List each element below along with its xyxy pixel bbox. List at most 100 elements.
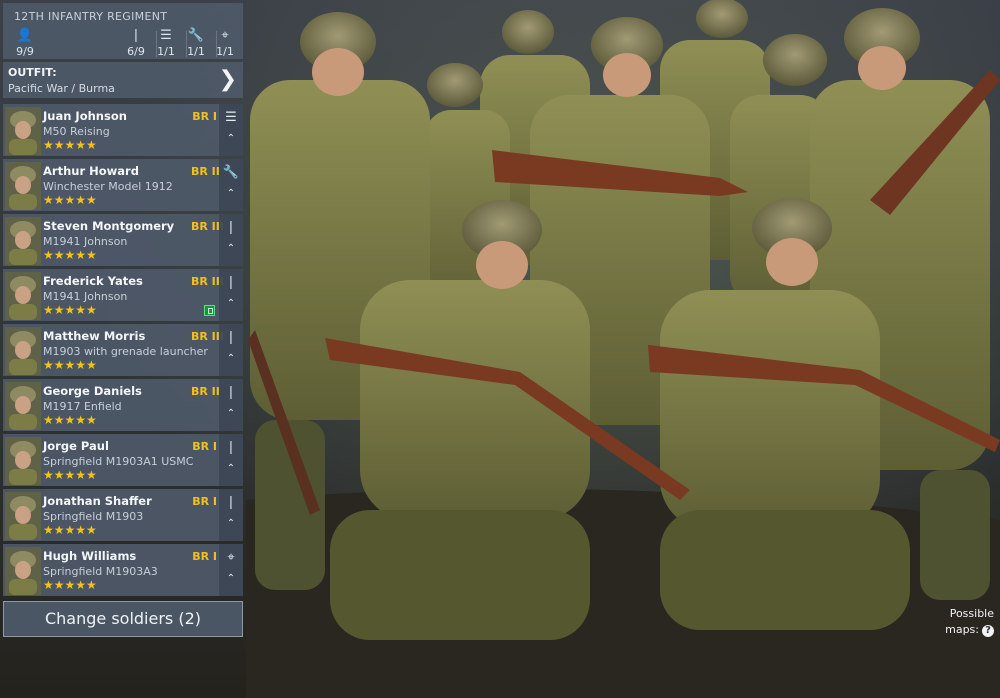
soldier-rank: BR I: [192, 440, 217, 453]
chevron-up-icon[interactable]: ⌃: [221, 517, 241, 531]
soldier-avatar: [5, 327, 41, 375]
chevron-up-icon[interactable]: ⌃: [221, 407, 241, 421]
soldier-portrait: [5, 272, 41, 320]
chevron-up-icon[interactable]: ⌃: [221, 462, 241, 476]
soldier-name: Hugh Williams: [43, 549, 137, 563]
soldier-portrait: [5, 437, 41, 485]
soldier-side-controls: ❘ ⌃: [219, 489, 243, 541]
soldier-stars: ★★★★★: [43, 138, 97, 152]
soldier-side-controls: ❘ ⌃: [219, 379, 243, 431]
soldier-side-controls: ❘ ⌃: [219, 214, 243, 266]
soldier-side-controls: ❘ ⌃: [219, 324, 243, 376]
bullet-icon: ❘: [225, 440, 237, 455]
soldier-stars: ★★★★★: [43, 578, 97, 592]
soldier-weapon: M1917 Enfield: [43, 400, 122, 413]
person-icon: 👤: [16, 28, 34, 43]
soldier-weapon: Springfield M1903A1 USMC: [43, 455, 194, 468]
chevron-up-icon[interactable]: ⌃: [221, 242, 241, 256]
soldier-portrait: [5, 382, 41, 430]
soldier-rank: BR II: [191, 385, 220, 398]
possible-maps-label-line2: maps:: [945, 623, 979, 636]
soldier-stars: ★★★★★: [43, 523, 97, 537]
outfit-value: Pacific War / Burma: [8, 82, 115, 95]
crosshair-icon: ⌖: [227, 550, 235, 565]
soldier-side-controls: ❘ ⌃: [219, 269, 243, 321]
chevron-up-icon[interactable]: ⌃: [221, 572, 241, 586]
chevron-up-icon[interactable]: ⌃: [221, 187, 241, 201]
soldier-weapon: M1941 Johnson: [43, 290, 128, 303]
soldier-row[interactable]: Matthew Morris M1903 with grenade launche…: [3, 324, 243, 376]
soldier-rank: BR III: [191, 275, 224, 288]
soldier-portrait: [5, 547, 41, 595]
soldier-avatar: [5, 217, 41, 265]
stat-sniper-value: 1/1: [216, 45, 234, 58]
soldier-name: Matthew Morris: [43, 329, 146, 343]
soldier-portrait: [5, 492, 41, 540]
soldier-row[interactable]: Jorge Paul Springfield M1903A1 USMC ★★★★★ B…: [3, 434, 243, 486]
stat-sniper: ⌖ 1/1: [205, 27, 245, 58]
soldier-stars: ★★★★★: [43, 193, 97, 207]
soldier-name: George Daniels: [43, 384, 142, 398]
bullet-icon: ❘: [225, 385, 237, 400]
wrench-icon: 🔧: [222, 165, 240, 180]
soldier-name: Jonathan Shaffer: [43, 494, 152, 508]
soldier-weapon: Springfield M1903: [43, 510, 144, 523]
outfit-selector[interactable]: OUTFIT: Pacific War / Burma ❯: [3, 62, 243, 98]
outfit-label: OUTFIT:: [8, 66, 57, 79]
soldier-avatar: [5, 162, 41, 210]
soldier-portrait: [5, 107, 41, 155]
soldier-row[interactable]: Steven Montgomery M1941 Johnson ★★★★★ BR II…: [3, 214, 243, 266]
soldier-avatar: [5, 107, 41, 155]
soldier-weapon: M1941 Johnson: [43, 235, 128, 248]
chevron-up-icon[interactable]: ⌃: [221, 297, 241, 311]
bullet-icon: ❘: [225, 220, 237, 235]
soldier-row[interactable]: Juan Johnson M50 Reising ★★★★★ BR I ☰ ⌃: [3, 104, 243, 156]
soldier-row[interactable]: Hugh Williams Springfield M1903A3 ★★★★★ BR …: [3, 544, 243, 596]
soldier-portrait: [5, 162, 41, 210]
crosshair-icon: ⌖: [221, 28, 229, 43]
soldier-side-controls: ⌖ ⌃: [219, 544, 243, 596]
soldier-weapon: M50 Reising: [43, 125, 110, 138]
soldier-row[interactable]: George Daniels M1917 Enfield ★★★★★ BR II ❘ ⌃: [3, 379, 243, 431]
soldier-side-controls: ☰ ⌃: [219, 104, 243, 156]
soldier-rank: BR II: [191, 165, 220, 178]
stat-soldiers: 👤 9/9: [5, 27, 45, 58]
soldier-name: Arthur Howard: [43, 164, 139, 178]
bullet-icon: ❘: [225, 330, 237, 345]
soldier-rank: BR III: [191, 330, 224, 343]
soldier-row[interactable]: Frederick Yates M1941 Johnson ★★★★★ BR III ❘…: [3, 269, 243, 321]
soldier-stars: ★★★★★: [43, 303, 97, 317]
stat-soldiers-value: 9/9: [16, 45, 34, 58]
soldier-avatar: [5, 437, 41, 485]
change-soldiers-button[interactable]: Change soldiers (2): [3, 601, 243, 637]
soldier-rank: BR III: [191, 220, 224, 233]
soldier-name: Frederick Yates: [43, 274, 143, 288]
upgrade-badge-icon: [204, 305, 215, 316]
help-icon[interactable]: ?: [982, 625, 994, 637]
soldier-avatar: [5, 382, 41, 430]
soldier-avatar: [5, 492, 41, 540]
chevron-up-icon[interactable]: ⌃: [221, 132, 241, 146]
soldier-name: Juan Johnson: [43, 109, 127, 123]
soldier-weapon: M1903 with grenade launcher: [43, 345, 208, 358]
soldier-stars: ★★★★★: [43, 468, 97, 482]
squad-panel: 12TH INFANTRY REGIMENT 👤 9/9 ❘ 6/9 ☰ 1/1…: [0, 0, 246, 698]
soldier-weapon: Winchester Model 1912: [43, 180, 173, 193]
soldier-side-controls: 🔧 ⌃: [219, 159, 243, 211]
regiment-title: 12TH INFANTRY REGIMENT: [14, 10, 168, 23]
possible-maps-label-line1: Possible: [949, 607, 994, 620]
soldier-rank: BR I: [192, 110, 217, 123]
soldier-name: Jorge Paul: [43, 439, 109, 453]
soldier-stars: ★★★★★: [43, 248, 97, 262]
soldier-side-controls: ❘ ⌃: [219, 434, 243, 486]
possible-maps: Possible maps:?: [914, 606, 994, 638]
chevron-right-icon[interactable]: ❯: [219, 67, 237, 93]
chevron-up-icon[interactable]: ⌃: [221, 352, 241, 366]
list-icon: ☰: [225, 110, 237, 125]
soldier-portrait: [5, 217, 41, 265]
soldier-name: Steven Montgomery: [43, 219, 175, 233]
soldier-rank: BR I: [192, 550, 217, 563]
soldier-row[interactable]: Arthur Howard Winchester Model 1912 ★★★★★ B…: [3, 159, 243, 211]
soldier-row[interactable]: Jonathan Shaffer Springfield M1903 ★★★★★ BR…: [3, 489, 243, 541]
soldier-avatar: [5, 272, 41, 320]
